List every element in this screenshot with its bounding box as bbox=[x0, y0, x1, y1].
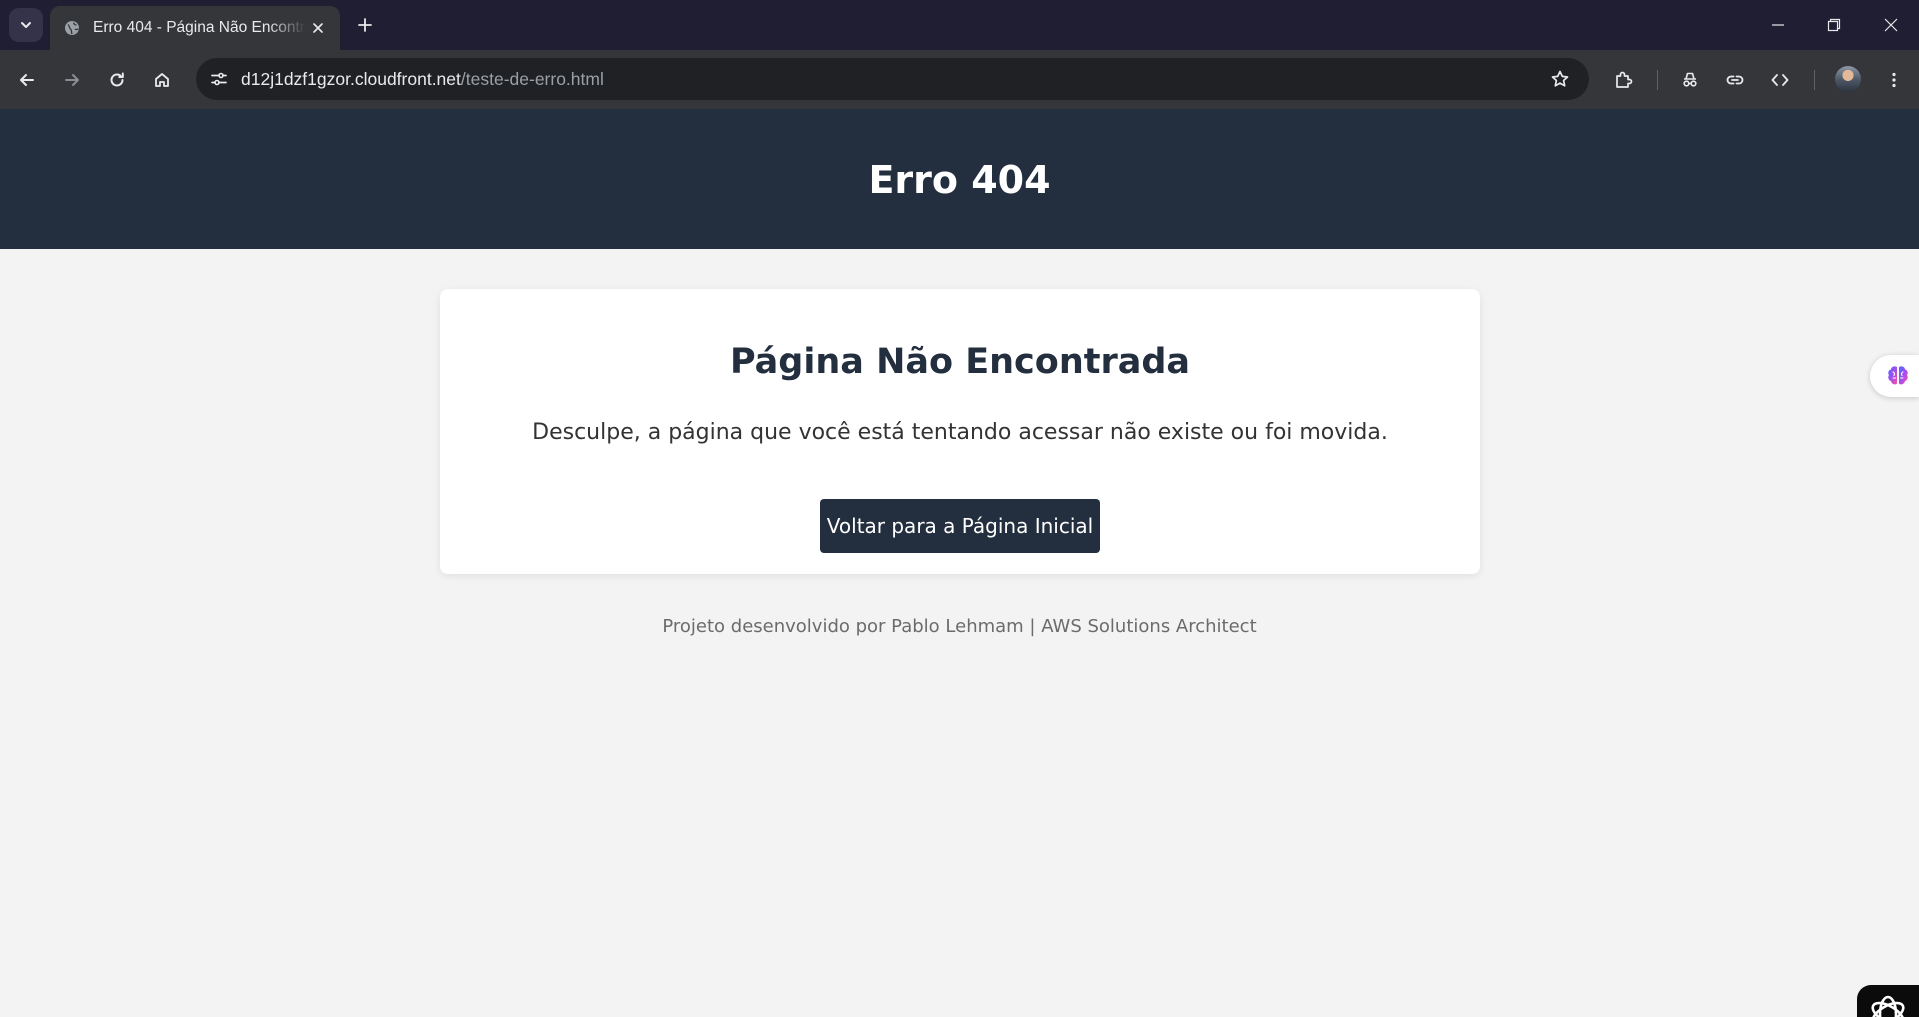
incognito-extension-button[interactable] bbox=[1672, 62, 1708, 98]
close-icon bbox=[313, 23, 323, 33]
url-path: /teste-de-erro.html bbox=[460, 69, 604, 89]
error-message: Desculpe, a página que você está tentand… bbox=[532, 420, 1388, 445]
link-extension-button[interactable] bbox=[1717, 62, 1753, 98]
reload-icon bbox=[110, 72, 124, 87]
error-card: Página Não Encontrada Desculpe, a página… bbox=[440, 289, 1480, 574]
code-icon bbox=[1771, 74, 1789, 86]
globe-icon bbox=[63, 19, 81, 37]
page-viewport: Erro 404 Página Não Encontrada Desculpe,… bbox=[0, 109, 1919, 1017]
code-extension-button[interactable] bbox=[1762, 62, 1798, 98]
close-icon bbox=[1884, 18, 1898, 32]
browser-toolbar: d12j1dzf1gzor.cloudfront.net/teste-de-er… bbox=[0, 50, 1919, 109]
link-icon bbox=[1726, 75, 1744, 85]
more-menu-button[interactable] bbox=[1876, 62, 1912, 98]
page-title: Erro 404 bbox=[868, 158, 1051, 202]
back-to-home-button[interactable]: Voltar para a Página Inicial bbox=[820, 499, 1100, 553]
tab-title: Erro 404 - Página Não Encontrada bbox=[93, 19, 306, 36]
footer-credit: Projeto desenvolvido por Pablo Lehmam | … bbox=[662, 616, 1257, 637]
bookmark-button[interactable] bbox=[1545, 64, 1575, 94]
url-host: d12j1dzf1gzor.cloudfront.net bbox=[241, 69, 461, 89]
minimize-button[interactable] bbox=[1750, 0, 1806, 50]
extensions-icon bbox=[1616, 71, 1633, 88]
more-icon bbox=[1892, 72, 1896, 88]
back-button[interactable] bbox=[9, 62, 45, 98]
toolbar-separator bbox=[1657, 70, 1658, 90]
extensions-button[interactable] bbox=[1605, 62, 1641, 98]
restore-icon bbox=[1827, 18, 1841, 32]
tab-strip: Erro 404 - Página Não Encontrada bbox=[0, 0, 1919, 50]
home-button[interactable] bbox=[144, 62, 180, 98]
site-info-button[interactable] bbox=[204, 64, 234, 94]
minimize-icon bbox=[1772, 24, 1784, 26]
home-icon bbox=[155, 73, 169, 87]
new-tab-button[interactable] bbox=[350, 10, 380, 40]
tab-search-button[interactable] bbox=[9, 8, 43, 42]
incognito-icon bbox=[1683, 72, 1697, 87]
url-text[interactable]: d12j1dzf1gzor.cloudfront.net/teste-de-er… bbox=[241, 58, 604, 100]
site-header: Erro 404 bbox=[0, 109, 1919, 249]
address-bar[interactable]: d12j1dzf1gzor.cloudfront.net/teste-de-er… bbox=[196, 58, 1589, 100]
error-heading: Página Não Encontrada bbox=[729, 342, 1191, 382]
close-tab-button[interactable] bbox=[306, 16, 330, 40]
back-arrow-icon bbox=[20, 74, 34, 86]
plus-icon bbox=[358, 18, 372, 32]
chatgpt-extension-button[interactable] bbox=[1857, 985, 1919, 1017]
openai-logo-icon bbox=[1871, 995, 1905, 1017]
chevron-down-icon bbox=[21, 22, 31, 28]
brain-extension-button[interactable] bbox=[1870, 355, 1919, 397]
forward-button[interactable] bbox=[54, 62, 90, 98]
brain-icon bbox=[1888, 366, 1908, 385]
reload-button[interactable] bbox=[99, 62, 135, 98]
star-icon bbox=[1551, 70, 1569, 87]
profile-avatar[interactable] bbox=[1835, 66, 1861, 92]
active-tab[interactable]: Erro 404 - Página Não Encontrada bbox=[50, 6, 340, 50]
close-window-button[interactable] bbox=[1863, 0, 1919, 50]
restore-button[interactable] bbox=[1806, 0, 1862, 50]
site-info-icon bbox=[211, 72, 227, 86]
toolbar-separator bbox=[1814, 70, 1815, 90]
forward-arrow-icon bbox=[65, 74, 79, 86]
